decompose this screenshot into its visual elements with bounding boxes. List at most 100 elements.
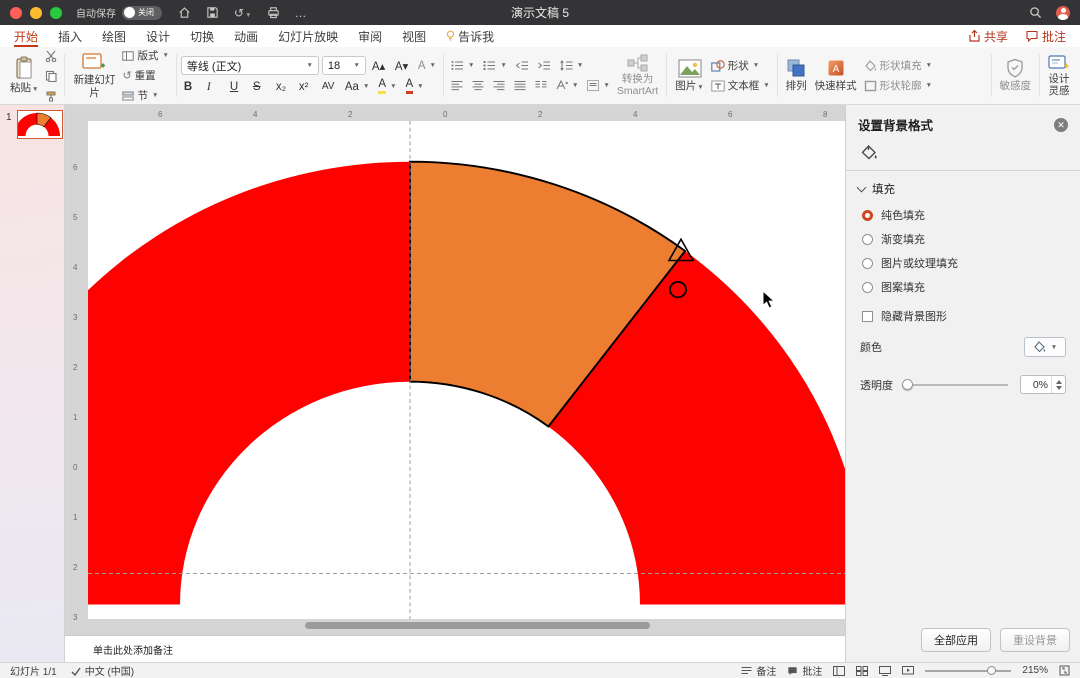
paste-button[interactable]: 粘贴▼ — [6, 54, 42, 96]
new-slide-button[interactable]: 新建幻灯片 — [69, 50, 119, 100]
radio-icon[interactable] — [862, 233, 873, 245]
slide-thumbnail[interactable] — [17, 110, 63, 139]
line-spacing-button[interactable]: ▼ — [557, 57, 586, 74]
fill-section-header[interactable]: 填充 — [846, 171, 1080, 203]
design-ideas-button[interactable]: 设计 灵感 — [1044, 52, 1074, 99]
shapes-button[interactable]: 形状 ▼ — [708, 57, 773, 74]
slideshow-view-button[interactable] — [902, 665, 915, 676]
align-left-button[interactable] — [448, 77, 466, 94]
fill-tab-bucket-icon[interactable] — [860, 144, 1066, 162]
text-direction-button[interactable]: ▼ — [553, 77, 581, 94]
slide-sorter-view-button[interactable] — [856, 665, 869, 676]
increase-indent-button[interactable] — [535, 57, 554, 74]
decrease-indent-button[interactable] — [513, 57, 532, 74]
reset-button[interactable]: ↺ 重置 — [119, 67, 171, 84]
textbox-button[interactable]: 文本框 ▼ — [708, 77, 773, 94]
layout-button[interactable]: 版式 ▼ — [119, 47, 171, 64]
bullets-button[interactable]: ▼ — [448, 57, 477, 74]
spinner-down-icon[interactable] — [1055, 385, 1062, 390]
tab-3[interactable]: 绘图 — [102, 25, 126, 47]
search-icon[interactable] — [1029, 6, 1042, 19]
slide-canvas[interactable] — [88, 121, 845, 619]
shape-fill-button[interactable]: 形状填充 ▼ — [861, 57, 935, 74]
reset-background-button[interactable]: 重设背景 — [1000, 628, 1070, 652]
zoom-knob[interactable] — [987, 665, 997, 675]
fill-option-1[interactable]: 纯色填充 — [846, 203, 1080, 227]
color-picker-button[interactable]: ▼ — [1024, 337, 1066, 357]
tab-6[interactable]: 动画 — [234, 25, 258, 47]
slider-knob[interactable] — [902, 378, 913, 390]
shape-outline-button[interactable]: 形状轮廓 ▼ — [861, 77, 935, 94]
copy-button[interactable] — [42, 67, 60, 84]
justify-button[interactable] — [511, 77, 529, 94]
highlight-color-button[interactable]: A ▼ — [375, 78, 399, 95]
clear-formatting-button[interactable]: A ▼ — [415, 57, 439, 74]
checkbox-icon[interactable] — [862, 310, 873, 322]
tab-10[interactable]: 告诉我 — [446, 25, 494, 47]
change-case-button[interactable]: Aa ▼ — [342, 78, 373, 95]
tab-2[interactable]: 插入 — [58, 25, 82, 47]
notes-pane[interactable]: 单击此处添加备注 — [65, 635, 845, 662]
fill-option-3[interactable]: 图片或纹理填充 — [846, 251, 1080, 275]
quick-styles-button[interactable]: A 快速样式 — [811, 56, 861, 94]
horizontal-scrollbar[interactable] — [305, 622, 650, 629]
more-actions-icon[interactable]: … — [295, 6, 308, 20]
font-size-select[interactable]: 18 ▼ — [321, 56, 366, 75]
home-icon[interactable] — [178, 6, 191, 19]
tab-4[interactable]: 设计 — [146, 25, 170, 47]
superscript-button[interactable]: x² — [296, 78, 316, 95]
align-right-button[interactable] — [490, 77, 508, 94]
font-name-select[interactable]: 等线 (正文) ▼ — [180, 56, 319, 75]
tab-8[interactable]: 审阅 — [358, 25, 382, 47]
increase-font-button[interactable]: A▴ — [369, 57, 389, 74]
bold-button[interactable]: B — [181, 78, 201, 95]
hide-background-option[interactable]: 隐藏背景图形 — [846, 299, 1080, 328]
close-window-button[interactable] — [10, 6, 22, 19]
cut-button[interactable] — [42, 47, 60, 64]
italic-button[interactable]: I — [204, 78, 224, 95]
transparency-spinner[interactable]: 0% — [1020, 375, 1066, 394]
zoom-slider[interactable] — [925, 665, 1012, 675]
underline-button[interactable]: U — [227, 78, 247, 95]
numbering-button[interactable]: ▼ — [480, 57, 509, 74]
columns-button[interactable] — [532, 77, 550, 94]
tab-1[interactable]: 开始 — [14, 25, 38, 47]
spinner-arrows[interactable] — [1051, 376, 1065, 393]
sensitivity-button[interactable]: 敏感度 — [996, 56, 1036, 94]
transparency-slider[interactable] — [902, 378, 1008, 390]
autosave-control[interactable]: 自动保存 关闭 — [76, 5, 162, 20]
comments-toggle-button[interactable]: 批注 — [787, 663, 822, 678]
comments-button[interactable]: 批注 — [1026, 28, 1066, 45]
account-avatar[interactable] — [1056, 5, 1070, 20]
subscript-button[interactable]: x₂ — [273, 78, 293, 95]
undo-icon[interactable]: ↺▼ — [234, 6, 252, 20]
zoom-window-button[interactable] — [50, 6, 62, 19]
radio-icon[interactable] — [862, 257, 873, 269]
character-spacing-button[interactable]: AV — [319, 78, 339, 95]
section-button[interactable]: 节 ▼ — [119, 87, 171, 104]
autosave-toggle[interactable]: 关闭 — [122, 5, 162, 20]
slide[interactable] — [88, 121, 845, 619]
panel-close-icon[interactable]: ✕ — [1054, 117, 1068, 132]
arrange-button[interactable]: 排列 — [782, 56, 811, 94]
align-center-button[interactable] — [469, 77, 487, 94]
strikethrough-button[interactable]: S — [250, 78, 270, 95]
tab-9[interactable]: 视图 — [402, 25, 426, 47]
share-button[interactable]: 共享 — [969, 28, 1008, 45]
radio-icon[interactable] — [862, 209, 873, 221]
tab-5[interactable]: 切换 — [190, 25, 214, 47]
save-icon[interactable] — [206, 6, 219, 19]
fit-to-window-icon[interactable] — [1059, 665, 1070, 676]
font-color-button[interactable]: A ▼ — [403, 78, 427, 95]
fill-option-4[interactable]: 图案填充 — [846, 275, 1080, 299]
fill-option-2[interactable]: 渐变填充 — [846, 227, 1080, 251]
minimize-window-button[interactable] — [30, 6, 42, 19]
reading-view-button[interactable] — [879, 665, 892, 676]
spinner-up-icon[interactable] — [1055, 379, 1062, 384]
apply-to-all-button[interactable]: 全部应用 — [921, 628, 991, 652]
normal-view-button[interactable] — [833, 665, 846, 676]
convert-smartart-button[interactable]: 转换为 SmartArt — [613, 52, 662, 99]
align-text-button[interactable]: ▼ — [584, 77, 612, 94]
picture-button[interactable]: 图片▼ — [671, 57, 707, 94]
tab-7[interactable]: 幻灯片放映 — [278, 25, 338, 47]
